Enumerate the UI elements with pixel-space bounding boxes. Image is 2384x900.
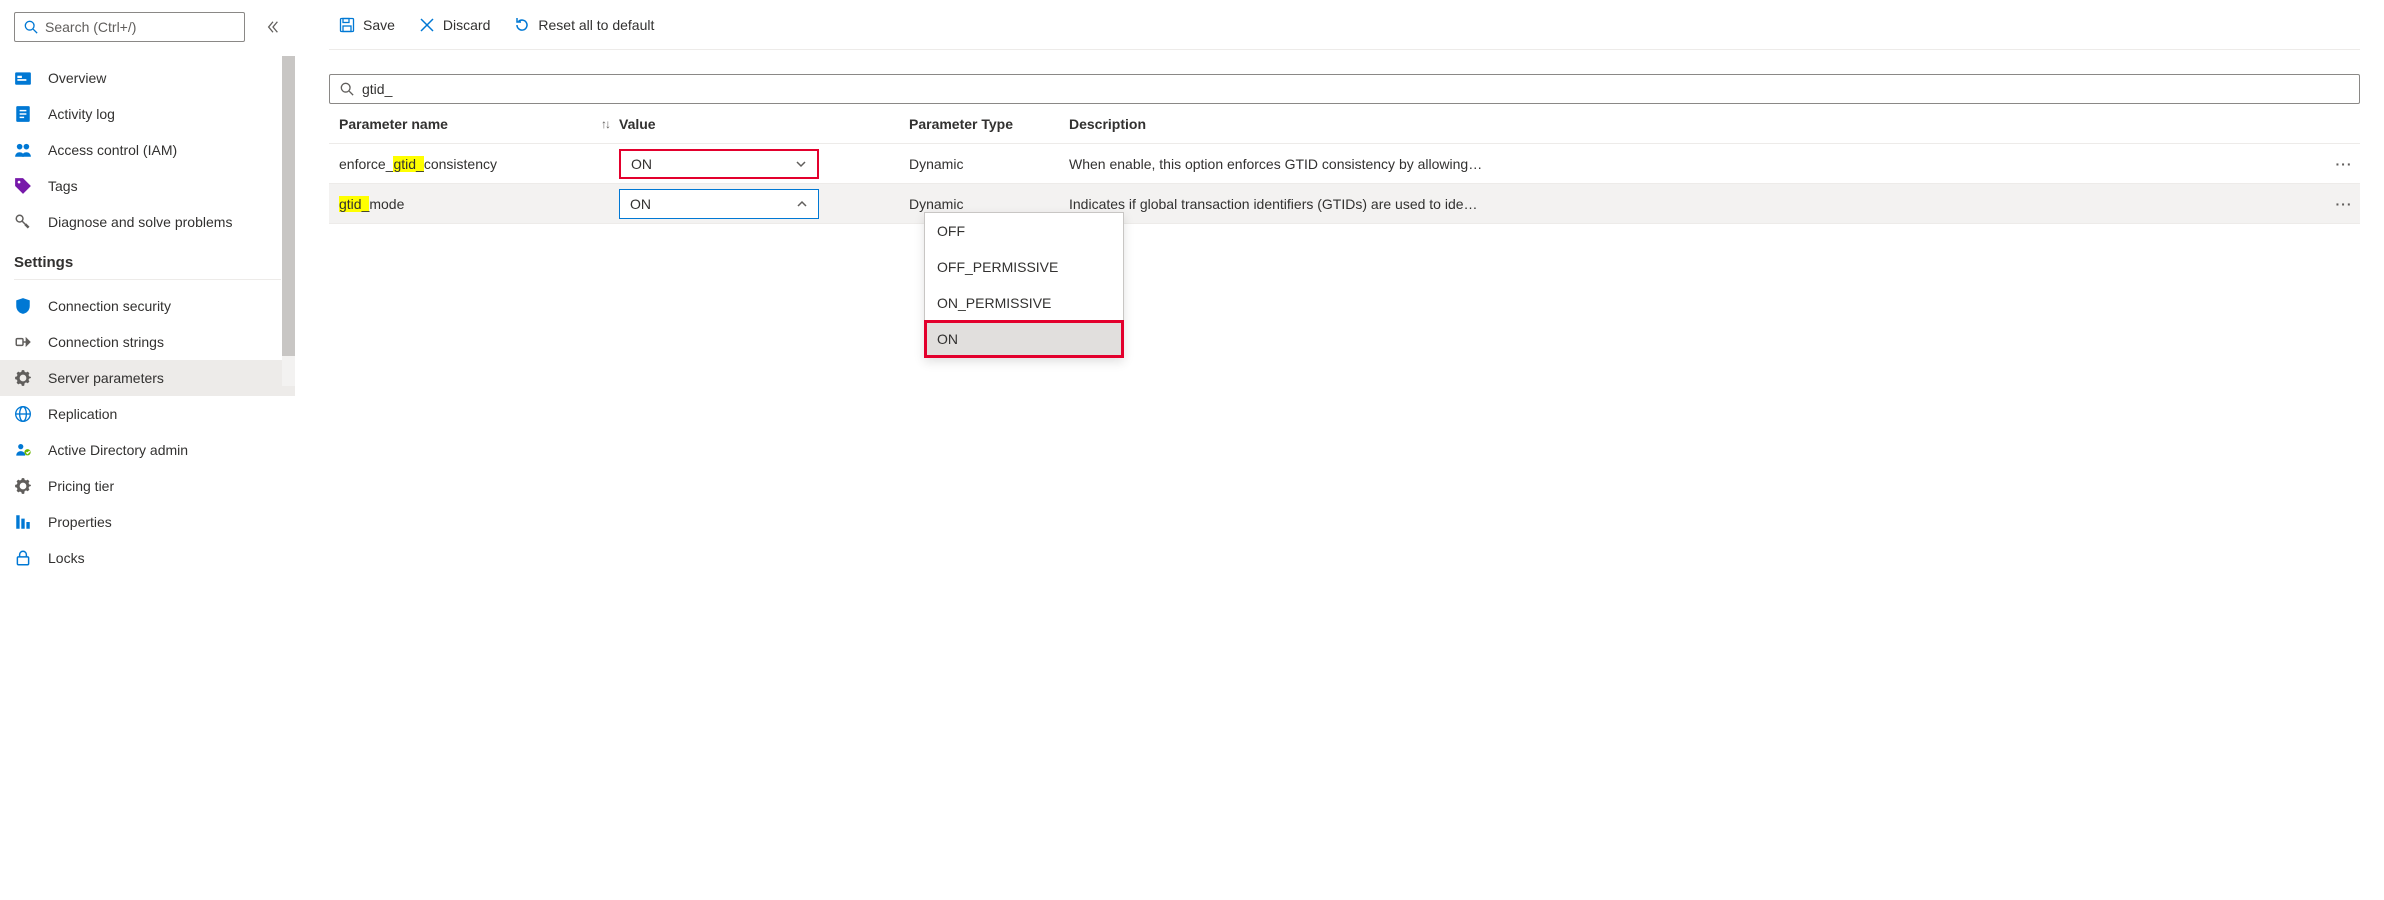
parameter-type-cell: Dynamic [909,156,1069,172]
sidebar-item-connection-strings[interactable]: Connection strings [0,324,295,360]
tag-icon [14,177,32,195]
discard-button[interactable]: Discard [409,11,500,39]
save-button[interactable]: Save [329,11,405,39]
sidebar-item-access-control-iam-[interactable]: Access control (IAM) [0,132,295,168]
row-more-button[interactable]: ··· [2328,156,2360,172]
toolbar: Save Discard Reset all to default [329,0,2360,50]
sort-icon: ↑↓ [601,117,619,131]
value-dropdown: OFFOFF_PERMISSIVEON_PERMISSIVEON [924,212,1124,358]
filter-value: gtid_ [362,81,392,97]
value-select-text: ON [630,196,651,212]
aad-icon [14,441,32,459]
scrollbar-thumb[interactable] [282,56,295,356]
sidebar-item-activity-log[interactable]: Activity log [0,96,295,132]
sidebar-item-label: Connection security [48,298,171,314]
column-header-name[interactable]: Parameter name ↑↓ [329,116,619,132]
shield-icon [14,297,32,315]
sidebar-item-diagnose-and-solve-problems[interactable]: Diagnose and solve problems [0,204,295,240]
sidebar-item-label: Active Directory admin [48,442,188,458]
dropdown-option-on[interactable]: ON [925,321,1123,357]
value-select[interactable]: ON [619,189,819,219]
iam-icon [14,141,32,159]
highlight-match: gtid_ [339,196,369,212]
sidebar-item-tags[interactable]: Tags [0,168,295,204]
sidebar-item-replication[interactable]: Replication [0,396,295,432]
value-select-text: ON [631,156,652,172]
column-header-desc[interactable]: Description [1069,116,2328,132]
gear-icon [14,369,32,387]
search-icon [23,20,39,34]
sidebar-item-label: Overview [48,70,106,86]
sidebar-section-settings: Settings [0,240,295,279]
overview-icon [14,69,32,87]
discard-label: Discard [443,17,490,33]
pricing-icon [14,477,32,495]
reset-label: Reset all to default [538,17,654,33]
parameter-desc-cell: Indicates if global transaction identifi… [1069,196,2328,212]
collapse-sidebar-button[interactable] [259,13,287,41]
chevron-double-left-icon [266,20,280,34]
main-content: Save Discard Reset all to default gtid_ … [295,0,2384,900]
search-icon [340,82,354,96]
props-icon [14,513,32,531]
sidebar-item-pricing-tier[interactable]: Pricing tier [0,468,295,504]
value-select[interactable]: ON [619,149,819,179]
lock-icon [14,549,32,567]
sidebar-item-label: Pricing tier [48,478,114,494]
sidebar-item-locks[interactable]: Locks [0,540,295,576]
divider [14,279,281,280]
diagnose-icon [14,213,32,231]
sidebar-item-label: Access control (IAM) [48,142,177,158]
parameter-desc-cell: When enable, this option enforces GTID c… [1069,156,2328,172]
table-row: gtid_mode ON DynamicIndicates if global tr… [329,184,2360,224]
sidebar-item-overview[interactable]: Overview [0,60,295,96]
dropdown-option-off_permissive[interactable]: OFF_PERMISSIVE [925,249,1123,285]
globe-icon [14,405,32,423]
parameter-value-cell: ON [619,149,909,179]
parameter-value-cell: ON [619,189,909,219]
column-header-type[interactable]: Parameter Type [909,116,1069,132]
sidebar-search-input[interactable]: Search (Ctrl+/) [14,12,245,42]
sidebar-item-label: Diagnose and solve problems [48,214,232,230]
parameter-name-cell: enforce_gtid_consistency [329,156,619,172]
dropdown-option-on_permissive[interactable]: ON_PERMISSIVE [925,285,1123,321]
save-label: Save [363,17,395,33]
parameter-type-cell: Dynamic [909,196,1069,212]
conn-icon [14,333,32,351]
sidebar-item-label: Tags [48,178,78,194]
sidebar-item-label: Server parameters [48,370,164,386]
sidebar: Search (Ctrl+/) Overview Activity log Acce… [0,0,295,900]
table-row: enforce_gtid_consistency ON DynamicWhen en… [329,144,2360,184]
parameters-grid: Parameter name ↑↓ Value Parameter Type D… [329,104,2360,224]
highlight-match: gtid_ [393,156,423,172]
log-icon [14,105,32,123]
parameter-name: gtid_mode [339,196,404,212]
sidebar-item-label: Locks [48,550,85,566]
reset-icon [514,17,530,33]
close-icon [419,17,435,33]
parameter-filter-input[interactable]: gtid_ [329,74,2360,104]
sidebar-item-label: Properties [48,514,112,530]
chevron-down-icon [795,158,807,170]
parameter-name-cell: gtid_mode [329,196,619,212]
parameter-name: enforce_gtid_consistency [339,156,497,172]
sidebar-search-placeholder: Search (Ctrl+/) [45,19,136,35]
reset-button[interactable]: Reset all to default [504,11,664,39]
sidebar-item-connection-security[interactable]: Connection security [0,288,295,324]
sidebar-item-server-parameters[interactable]: Server parameters [0,360,295,396]
save-icon [339,17,355,33]
dropdown-option-off[interactable]: OFF [925,213,1123,249]
sidebar-item-properties[interactable]: Properties [0,504,295,540]
row-more-button[interactable]: ··· [2328,196,2360,212]
sidebar-item-label: Replication [48,406,117,422]
sidebar-item-active-directory-admin[interactable]: Active Directory admin [0,432,295,468]
column-header-name-label: Parameter name [339,116,448,132]
sidebar-item-label: Connection strings [48,334,164,350]
sidebar-item-label: Activity log [48,106,115,122]
chevron-up-icon [796,198,808,210]
grid-header-row: Parameter name ↑↓ Value Parameter Type D… [329,104,2360,144]
column-header-value[interactable]: Value [619,116,909,132]
